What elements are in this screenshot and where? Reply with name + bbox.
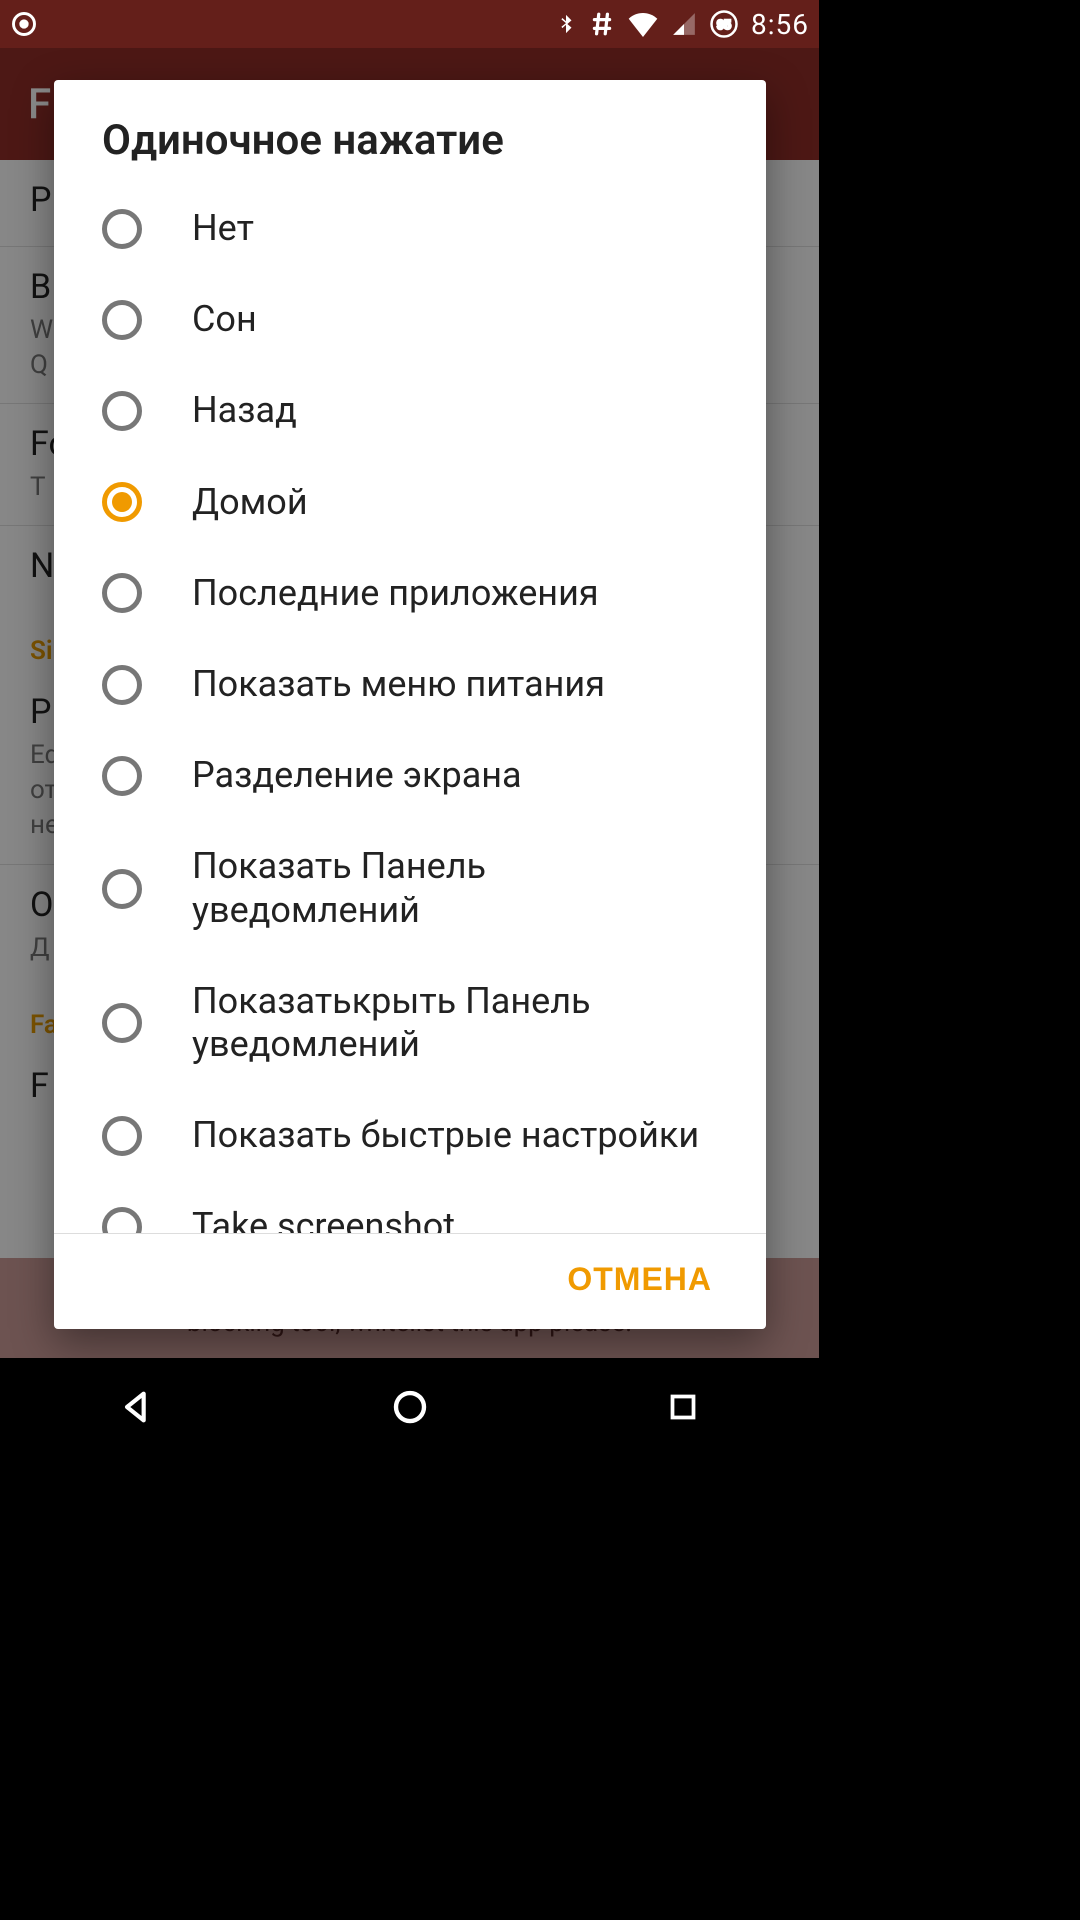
dialog-option[interactable]: Показать быстрые настройки: [54, 1090, 766, 1181]
bluetooth-icon: [555, 10, 577, 38]
dialog-option[interactable]: Разделение экрана: [54, 730, 766, 821]
dialog-option[interactable]: Назад: [54, 365, 766, 456]
dialog-options-list: Нет Сон Назад Домой Последние приложения Пока…: [54, 183, 766, 1233]
dialog-option[interactable]: Нет: [54, 183, 766, 274]
dialog-option-label: Последние приложения: [192, 572, 718, 615]
radio-icon: [102, 482, 142, 522]
radio-icon: [102, 1207, 142, 1233]
dialog-option[interactable]: Сон: [54, 274, 766, 365]
dialog-option-label: Показатькрыть Панель уведомлений: [192, 980, 718, 1066]
nav-home-button[interactable]: [325, 1372, 495, 1442]
dialog-option[interactable]: Показать меню питания: [54, 639, 766, 730]
dialog-option-label: Разделение экрана: [192, 754, 718, 797]
nav-back-button[interactable]: [52, 1372, 222, 1442]
dialog-option-label: Показать Панель уведомлений: [192, 845, 718, 931]
dialog-option[interactable]: Показатькрыть Панель уведомлений: [54, 956, 766, 1090]
radio-icon: [102, 756, 142, 796]
radio-icon: [102, 573, 142, 613]
status-clock: 8:56: [751, 8, 809, 41]
radio-icon: [102, 665, 142, 705]
radio-icon: [102, 1003, 142, 1043]
dialog-option[interactable]: Домой: [54, 457, 766, 548]
wifi-icon: [627, 11, 659, 37]
dialog-option-label: Показать меню питания: [192, 663, 718, 706]
battery-icon: 95: [709, 9, 739, 39]
dialog-option-label: Нет: [192, 207, 718, 250]
dialog-option-label: Показать быстрые настройки: [192, 1114, 718, 1157]
radio-icon: [102, 1116, 142, 1156]
status-bar: 95 8:56: [0, 0, 819, 48]
android-nav-bar: [0, 1358, 819, 1456]
radio-icon: [102, 209, 142, 249]
dialog-option-label: Домой: [192, 481, 718, 524]
dialog-option[interactable]: Последние приложения: [54, 548, 766, 639]
cell-signal-icon: [671, 11, 697, 37]
dialog-option[interactable]: Take screenshot: [54, 1181, 766, 1233]
dialog-option-label: Take screenshot: [192, 1205, 718, 1233]
radio-icon: [102, 869, 142, 909]
dialog-option[interactable]: Показать Панель уведомлений: [54, 821, 766, 955]
radio-icon: [102, 391, 142, 431]
dialog-title: Одиночное нажатие: [54, 80, 766, 183]
dialog-option-label: Назад: [192, 389, 718, 432]
nav-recents-button[interactable]: [598, 1372, 768, 1442]
radio-icon: [102, 300, 142, 340]
svg-text:95: 95: [717, 18, 731, 32]
record-icon: [10, 10, 38, 38]
dialog-option-label: Сон: [192, 298, 718, 341]
cancel-button[interactable]: ОТМЕНА: [561, 1260, 718, 1299]
hash-icon: [589, 11, 615, 37]
single-tap-dialog: Одиночное нажатие Нет Сон Назад Домой Послед…: [54, 80, 766, 1329]
